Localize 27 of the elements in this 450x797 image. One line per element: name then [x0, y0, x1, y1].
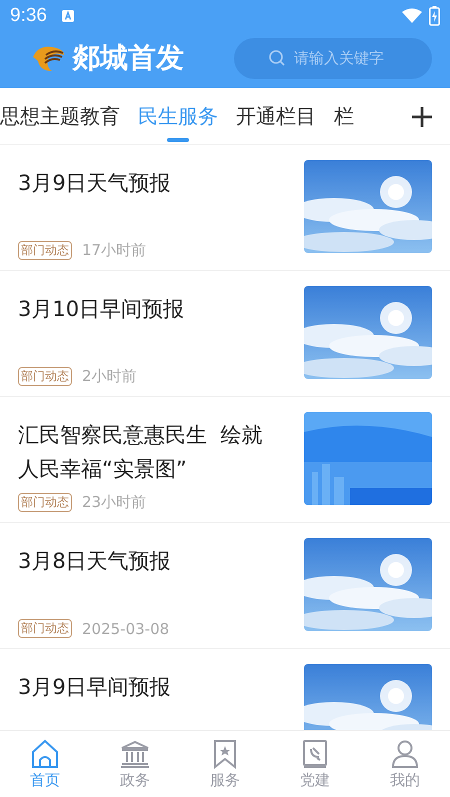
article-title[interactable]: 3月10日早间预报: [18, 286, 273, 367]
add-tab-button[interactable]: +: [402, 97, 442, 135]
publish-time: 17小时前: [82, 241, 146, 260]
category-tag: 部门动态: [18, 367, 72, 386]
user-icon: [389, 738, 421, 768]
category-tag: 部门动态: [18, 619, 72, 638]
building-icon: [119, 738, 151, 768]
article-title[interactable]: 3月9日天气预报: [18, 160, 273, 241]
category-tab[interactable]: 栏: [334, 88, 354, 144]
search-icon: [268, 48, 286, 66]
article-title[interactable]: 3月8日天气预报: [18, 538, 273, 619]
publish-time: 23小时前: [82, 493, 146, 512]
search-field[interactable]: 请输入关键字: [234, 38, 432, 78]
category-tag: 部门动态: [18, 493, 72, 512]
wifi-icon: [401, 8, 423, 24]
battery-icon: [429, 6, 440, 26]
article-title[interactable]: 汇民智察民意惠民生 绘就人民幸福“实景图”: [18, 412, 273, 493]
home-icon: [29, 738, 61, 768]
status-time: 9:36: [10, 5, 47, 27]
app-title: 郯城首发: [72, 40, 184, 76]
category-tag: 部门动态: [18, 241, 72, 260]
category-tab[interactable]: 思想主题教育: [0, 88, 120, 144]
keyboard-icon: [60, 9, 75, 23]
category-tab[interactable]: 开通栏目: [236, 88, 316, 144]
publish-time: 2025-03-08: [82, 620, 170, 638]
publish-time: 2小时前: [82, 367, 137, 386]
article-title[interactable]: 3月9日早间预报: [18, 664, 273, 730]
